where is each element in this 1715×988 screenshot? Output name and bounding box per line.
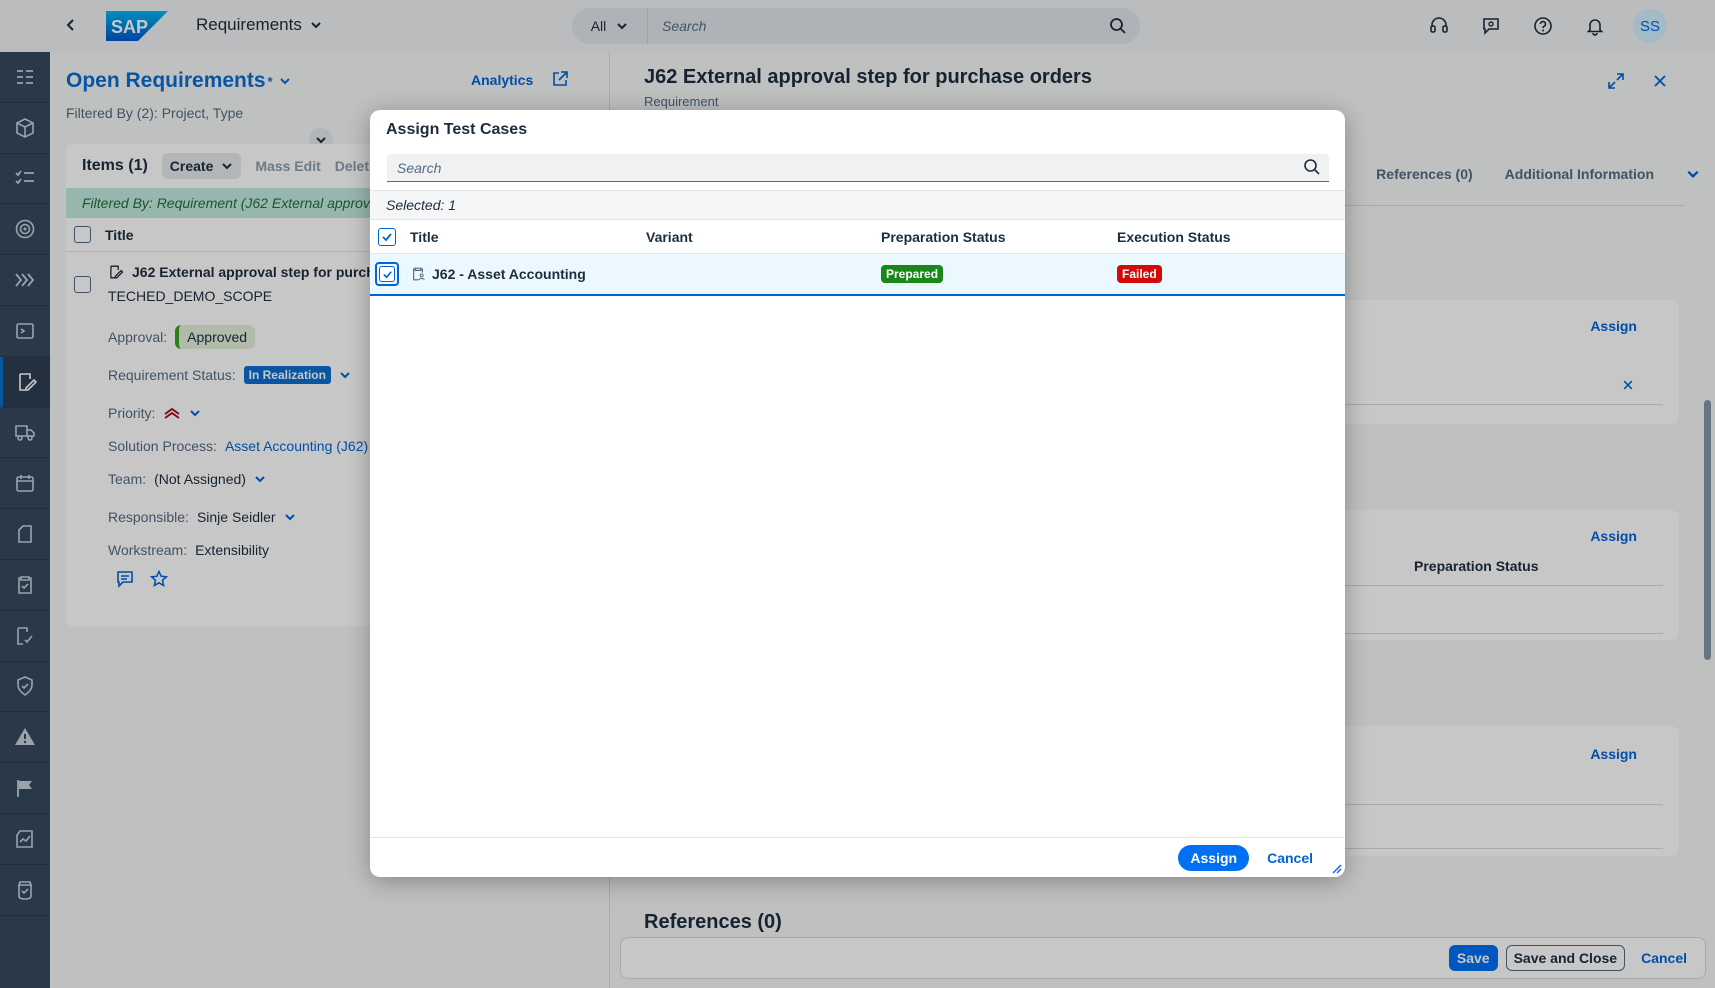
dialog-cancel-button[interactable]: Cancel — [1259, 845, 1321, 871]
dialog-footer: Assign Cancel — [370, 837, 1345, 877]
resize-handle[interactable] — [1330, 862, 1342, 874]
column-header-variant[interactable]: Variant — [646, 220, 693, 253]
checkmark-icon — [382, 270, 392, 278]
selected-count-bar: Selected: 1 — [370, 190, 1345, 220]
test-case-title: J62 - Asset Accounting — [432, 266, 586, 282]
column-header-execution-status[interactable]: Execution Status — [1117, 220, 1231, 253]
row-checkbox-box — [379, 266, 395, 282]
row-checkbox[interactable] — [375, 262, 399, 286]
column-header-preparation-status[interactable]: Preparation Status — [881, 220, 1005, 253]
execution-status-badge: Failed — [1117, 265, 1162, 283]
dialog-search-placeholder: Search — [397, 159, 442, 176]
table-header: Title Variant Preparation Status Executi… — [370, 220, 1345, 254]
dialog-title: Assign Test Cases — [386, 121, 528, 138]
column-header-title[interactable]: Title — [410, 220, 439, 253]
select-all-checkbox[interactable] — [378, 227, 396, 246]
preparation-status-badge: Prepared — [881, 265, 944, 283]
dialog-assign-button[interactable]: Assign — [1178, 844, 1250, 871]
assign-test-cases-dialog: Assign Test Cases Search Selected: 1 Tit… — [370, 110, 1345, 877]
table-row[interactable]: J62 - Asset Accounting Prepared Failed — [370, 254, 1345, 296]
dialog-search-input[interactable]: Search — [387, 154, 1329, 182]
clipboard-user-icon — [413, 267, 425, 281]
checkmark-icon — [382, 232, 392, 241]
resize-grip-icon — [1332, 864, 1342, 874]
dialog-search-button[interactable] — [1303, 158, 1321, 176]
search-icon — [1304, 159, 1320, 175]
